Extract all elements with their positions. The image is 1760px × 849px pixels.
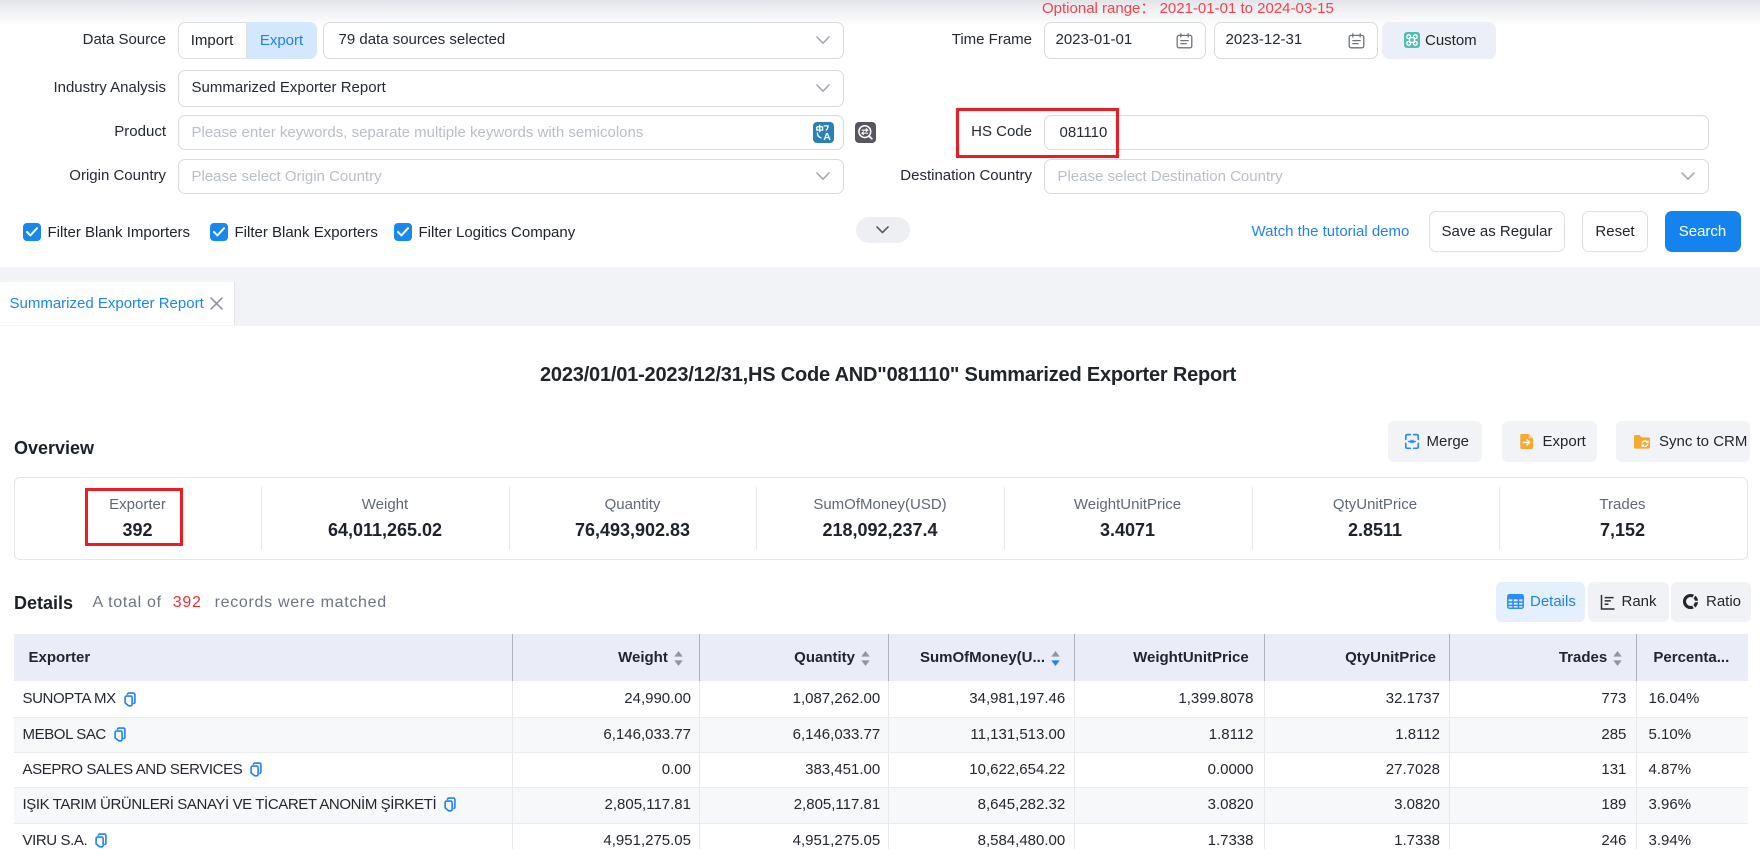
svg-text:A: A [823,131,831,143]
